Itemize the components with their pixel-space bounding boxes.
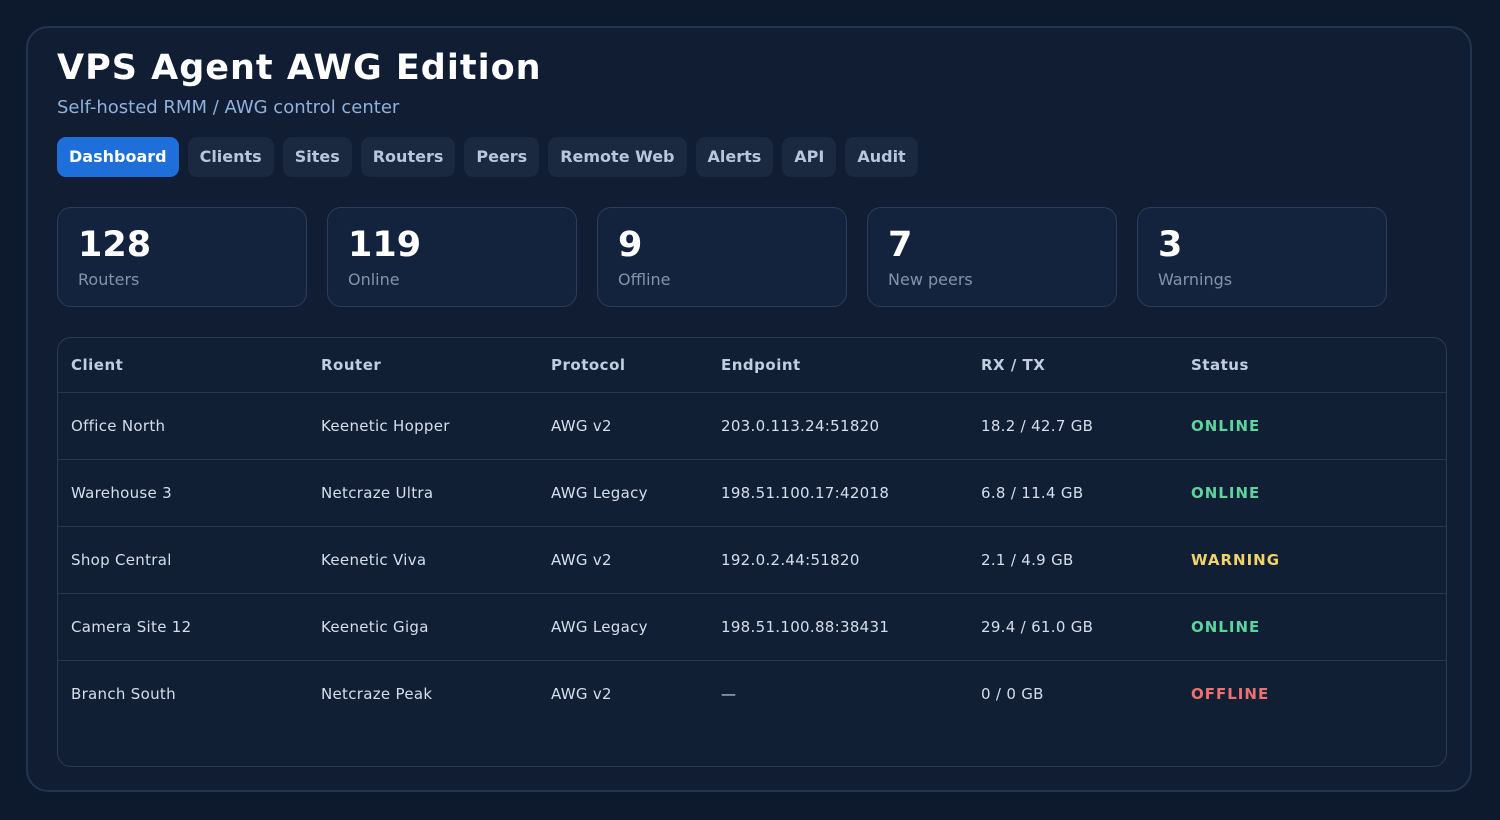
- stat-value: 7: [888, 225, 913, 265]
- stat-value: 9: [618, 225, 643, 265]
- status-badge: OFFLINE: [1191, 685, 1270, 703]
- column-header-rx-tx: RX / TX: [968, 338, 1178, 393]
- cell-client: Branch South: [71, 685, 176, 703]
- table-row[interactable]: Office North Keenetic Hopper AWG v2 203.…: [58, 392, 1446, 460]
- table-row[interactable]: Branch South Netcraze Peak AWG v2 — 0 / …: [58, 661, 1446, 728]
- cell-rx-tx: 2.1 / 4.9 GB: [968, 526, 1178, 594]
- tab-sites[interactable]: Sites: [282, 137, 352, 177]
- cell-rx-tx: 29.4 / 61.0 GB: [968, 593, 1178, 661]
- stat-card-new-peers: 7 New peers: [867, 207, 1117, 307]
- cell-protocol: AWG v2: [551, 685, 612, 703]
- cell-protocol: AWG v2: [538, 526, 708, 594]
- tab-routers[interactable]: Routers: [360, 137, 456, 177]
- cell-endpoint: 198.51.100.17:42018: [708, 459, 968, 527]
- tab-alerts[interactable]: Alerts: [695, 137, 774, 177]
- cell-router: Netcraze Ultra: [308, 459, 538, 527]
- column-header-router: Router: [308, 338, 538, 393]
- stat-label: Routers: [78, 270, 140, 289]
- table-row[interactable]: Camera Site 12 Keenetic Giga AWG Legacy …: [58, 593, 1446, 661]
- stats-row: 128 Routers 119 Online 9 Offline 7 New p…: [57, 207, 1387, 307]
- column-header-endpoint: Endpoint: [708, 338, 968, 393]
- page-subtitle: Self-hosted RMM / AWG control center: [57, 97, 400, 118]
- cell-router: Keenetic Giga: [308, 593, 538, 661]
- stat-card-warnings: 3 Warnings: [1137, 207, 1387, 307]
- stat-value: 119: [348, 225, 422, 265]
- cell-router: Keenetic Viva: [308, 526, 538, 594]
- stat-label: New peers: [888, 270, 973, 289]
- status-badge: ONLINE: [1178, 593, 1446, 661]
- cell-rx-tx: 18.2 / 42.7 GB: [968, 392, 1178, 460]
- cell-endpoint: 203.0.113.24:51820: [708, 392, 968, 460]
- stat-label: Offline: [618, 270, 671, 289]
- column-header-protocol: Protocol: [538, 338, 708, 393]
- cell-rx-tx: 0 / 0 GB: [981, 685, 1044, 703]
- stat-card-online: 119 Online: [327, 207, 577, 307]
- table-row[interactable]: Warehouse 3 Netcraze Ultra AWG Legacy 19…: [58, 459, 1446, 527]
- cell-endpoint: 198.51.100.88:38431: [708, 593, 968, 661]
- tab-clients[interactable]: Clients: [187, 137, 274, 177]
- cell-client: Office North: [58, 392, 308, 460]
- stat-value: 128: [78, 225, 152, 265]
- stat-card-offline: 9 Offline: [597, 207, 847, 307]
- routers-table: Client Router Protocol Endpoint RX / TX …: [58, 338, 1446, 727]
- tab-audit[interactable]: Audit: [845, 137, 918, 177]
- stat-card-routers: 128 Routers: [57, 207, 307, 307]
- table-header-row: Client Router Protocol Endpoint RX / TX …: [58, 338, 1446, 393]
- column-header-status: Status: [1178, 338, 1446, 393]
- cell-client: Warehouse 3: [58, 459, 308, 527]
- tab-api[interactable]: API: [782, 137, 837, 177]
- cell-protocol: AWG v2: [538, 392, 708, 460]
- cell-client: Shop Central: [58, 526, 308, 594]
- routers-table-card: Client Router Protocol Endpoint RX / TX …: [57, 337, 1447, 767]
- stat-label: Warnings: [1158, 270, 1233, 289]
- column-header-client: Client: [58, 338, 308, 393]
- tab-peers[interactable]: Peers: [464, 137, 540, 177]
- cell-client: Camera Site 12: [58, 593, 308, 661]
- cell-protocol: AWG Legacy: [538, 459, 708, 527]
- cell-router: Netcraze Peak: [321, 685, 433, 703]
- tab-dashboard[interactable]: Dashboard: [57, 137, 179, 177]
- cell-rx-tx: 6.8 / 11.4 GB: [968, 459, 1178, 527]
- cell-router: Keenetic Hopper: [308, 392, 538, 460]
- cell-protocol: AWG Legacy: [538, 593, 708, 661]
- stat-label: Online: [348, 270, 400, 289]
- main-panel: VPS Agent AWG Edition Self-hosted RMM / …: [26, 26, 1472, 792]
- table-row[interactable]: Shop Central Keenetic Viva AWG v2 192.0.…: [58, 526, 1446, 594]
- status-badge: ONLINE: [1178, 392, 1446, 460]
- status-badge: WARNING: [1178, 526, 1446, 594]
- tab-remote-web[interactable]: Remote Web: [548, 137, 687, 177]
- nav-tabs: Dashboard Clients Sites Routers Peers Re…: [57, 137, 918, 177]
- cell-endpoint: 192.0.2.44:51820: [708, 526, 968, 594]
- cell-endpoint: —: [721, 685, 737, 703]
- page-title: VPS Agent AWG Edition: [57, 48, 542, 88]
- status-badge: ONLINE: [1178, 459, 1446, 527]
- stat-value: 3: [1158, 225, 1183, 265]
